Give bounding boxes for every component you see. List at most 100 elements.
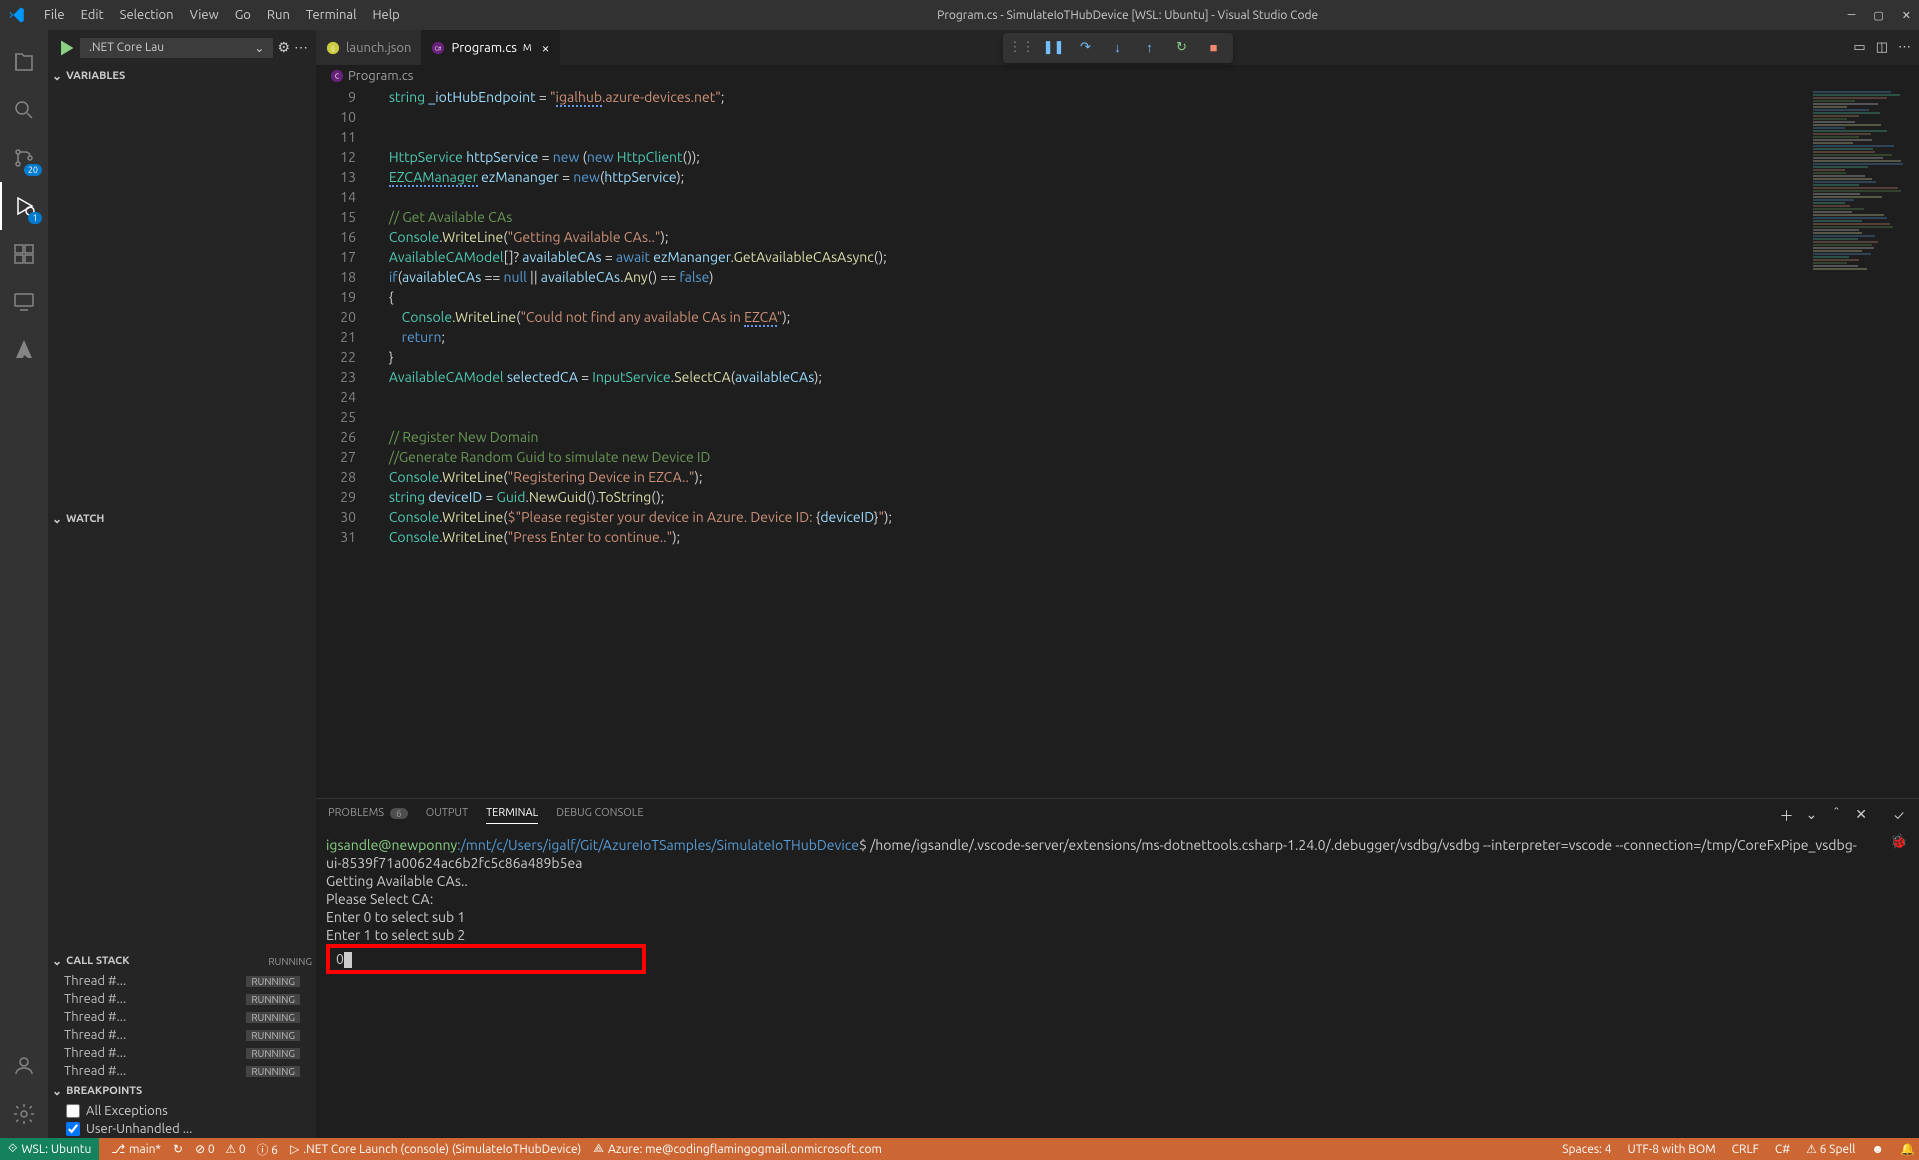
debug-more-icon[interactable]: ⋯ (294, 39, 308, 56)
csharp-file-icon: C (330, 69, 344, 83)
menu-edit[interactable]: Edit (73, 4, 112, 26)
panel-tab-problems[interactable]: PROBLEMS6 (328, 807, 408, 824)
thread-row[interactable]: Thread #...RUNNING (48, 972, 316, 990)
variables-section[interactable]: ⌄Variables (48, 65, 316, 87)
settings-icon[interactable] (0, 1090, 48, 1138)
menu-selection[interactable]: Selection (112, 4, 182, 26)
file-icon: C# (431, 41, 445, 55)
stop-icon[interactable]: ■ (1203, 37, 1225, 59)
diff-icon[interactable]: ▭ (1853, 40, 1865, 55)
terminal-body[interactable]: igsandle@newponny:/mnt/c/Users/igalf/Git… (316, 832, 1879, 1138)
window-title: Program.cs - SimulateIoTHubDevice [WSL: … (937, 9, 1318, 22)
remote-indicator[interactable]: ⟐WSL: Ubuntu (0, 1138, 99, 1160)
bug-icon[interactable]: 🐞 (1890, 833, 1907, 850)
maximize-panel-icon[interactable]: ＾ (1829, 806, 1843, 826)
breakpoints-section[interactable]: ⌄Breakpoints (48, 1080, 316, 1102)
callstack-section[interactable]: ⌄Call StackRUNNING (48, 950, 316, 972)
step-into-icon[interactable]: ↓ (1107, 37, 1129, 59)
spell-indicator[interactable]: ⚠ 6 Spell (1806, 1142, 1855, 1156)
panel-tab-output[interactable]: OUTPUT (426, 807, 468, 824)
branch-indicator[interactable]: ⎇main* (111, 1142, 161, 1156)
scm-badge: 20 (24, 164, 42, 176)
terminal-user: igsandle@newponny (326, 837, 457, 853)
vscode-logo (8, 6, 26, 24)
tab-launch-json[interactable]: {}launch.json (316, 30, 421, 65)
close-button[interactable]: ✕ (1902, 9, 1911, 22)
checkmark-icon[interactable]: ✓ (1894, 807, 1904, 823)
language-indicator[interactable]: C# (1775, 1143, 1790, 1156)
azure-account[interactable]: ⟁Azure: me@codingflamingogmail.onmicroso… (593, 1142, 882, 1156)
pause-icon[interactable]: ❚❚ (1043, 37, 1065, 59)
breakpoint-row[interactable]: User-Unhandled ... (48, 1120, 316, 1138)
explorer-icon[interactable] (0, 38, 48, 86)
thread-row[interactable]: Thread #...RUNNING (48, 1062, 316, 1080)
sync-indicator[interactable]: ↻ (173, 1142, 183, 1156)
debug-target[interactable]: ▷.NET Core Launch (console) (SimulateIoT… (290, 1142, 581, 1156)
breakpoint-row[interactable]: All Exceptions (48, 1102, 316, 1120)
menu-help[interactable]: Help (364, 4, 407, 26)
close-panel-icon[interactable]: ✕ (1855, 806, 1867, 826)
menu-terminal[interactable]: Terminal (298, 4, 365, 26)
terminal-output-line: Enter 1 to select sub 2 (326, 926, 1869, 944)
thread-row[interactable]: Thread #...RUNNING (48, 1026, 316, 1044)
restart-icon[interactable]: ↻ (1171, 37, 1193, 59)
problems-indicator[interactable]: ⊘ 0 ⚠ 0 ⓘ 6 (195, 1141, 278, 1158)
thread-row[interactable]: Thread #...RUNNING (48, 1044, 316, 1062)
close-tab-icon[interactable]: × (542, 40, 550, 56)
encoding-indicator[interactable]: UTF-8 with BOM (1628, 1143, 1716, 1156)
minimize-button[interactable]: ─ (1848, 9, 1856, 22)
panel-tab-debug-console[interactable]: DEBUG CONSOLE (556, 807, 643, 824)
menu-file[interactable]: File (36, 4, 73, 26)
menu-view[interactable]: View (182, 4, 227, 26)
notifications-icon[interactable]: 🔔 (1900, 1142, 1915, 1156)
activity-bar: 20 1 (0, 30, 48, 1138)
menu-run[interactable]: Run (259, 4, 298, 26)
breadcrumb[interactable]: C Program.cs (316, 65, 1919, 87)
accounts-icon[interactable] (0, 1042, 48, 1090)
run-debug-icon[interactable]: 1 (0, 182, 48, 230)
split-icon[interactable]: ◫ (1876, 40, 1888, 55)
new-terminal-icon[interactable]: ＋ (1780, 806, 1794, 826)
panel-tab-terminal[interactable]: TERMINAL (486, 807, 538, 824)
thread-row[interactable]: Thread #...RUNNING (48, 1008, 316, 1026)
step-out-icon[interactable]: ↑ (1139, 37, 1161, 59)
tab-Program-cs[interactable]: C#Program.csM× (421, 30, 559, 65)
svg-text:C: C (335, 73, 340, 81)
maximize-button[interactable]: ▢ (1873, 9, 1883, 22)
svg-text:C#: C# (435, 45, 442, 51)
azure-icon[interactable] (0, 326, 48, 374)
breakpoint-checkbox[interactable] (66, 1104, 80, 1118)
minimap[interactable] (1809, 87, 1919, 798)
debug-sidebar: .NET Core Lau⌄ ⚙ ⋯ ⌄Variables ⌄Watch ⌄Ca… (48, 30, 316, 1138)
status-bar: ⟐WSL: Ubuntu ⎇main* ↻ ⊘ 0 ⚠ 0 ⓘ 6 ▷.NET … (0, 1138, 1919, 1160)
more-icon[interactable]: ⋯ (1898, 40, 1911, 55)
terminal-output-line: Getting Available CAs.. (326, 872, 1869, 890)
launch-config-select[interactable]: .NET Core Lau⌄ (80, 38, 273, 58)
debug-toolbar: ⋮⋮ ❚❚ ↷ ↓ ↑ ↻ ■ (1003, 33, 1233, 63)
terminal-split-dropdown-icon[interactable]: ⌄ (1806, 806, 1818, 826)
source-control-icon[interactable]: 20 (0, 134, 48, 182)
code-editor[interactable]: 9101112131415161718192021222324252627282… (316, 87, 1809, 798)
extensions-icon[interactable] (0, 230, 48, 278)
file-icon: {} (326, 41, 340, 55)
title-bar: FileEditSelectionViewGoRunTerminalHelp P… (0, 0, 1919, 30)
menu-go[interactable]: Go (227, 4, 259, 26)
svg-text:{}: {} (331, 45, 335, 51)
step-over-icon[interactable]: ↷ (1075, 37, 1097, 59)
terminal-input-highlight: 0 (326, 944, 646, 974)
indentation-indicator[interactable]: Spaces: 4 (1562, 1143, 1611, 1156)
start-debug-icon[interactable] (56, 38, 76, 58)
terminal-path: :/mnt/c/Users/igalf/Git/AzureIoTSamples/… (457, 837, 859, 853)
editor-area: {}launch.jsonC#Program.csM× ⋮⋮ ❚❚ ↷ ↓ ↑ … (316, 30, 1919, 1138)
drag-handle-icon[interactable]: ⋮⋮ (1011, 37, 1033, 59)
eol-indicator[interactable]: CRLF (1732, 1143, 1759, 1156)
search-icon[interactable] (0, 86, 48, 134)
remote-explorer-icon[interactable] (0, 278, 48, 326)
bottom-panel: PROBLEMS6 OUTPUT TERMINAL DEBUG CONSOLE ＋ ⌄… (316, 798, 1919, 1138)
terminal-output-line: Please Select CA: (326, 890, 1869, 908)
watch-section[interactable]: ⌄Watch (48, 508, 316, 530)
breakpoint-checkbox[interactable] (66, 1122, 80, 1136)
feedback-icon[interactable]: ☻ (1871, 1142, 1884, 1156)
thread-row[interactable]: Thread #...RUNNING (48, 990, 316, 1008)
debug-settings-icon[interactable]: ⚙ (277, 39, 290, 56)
